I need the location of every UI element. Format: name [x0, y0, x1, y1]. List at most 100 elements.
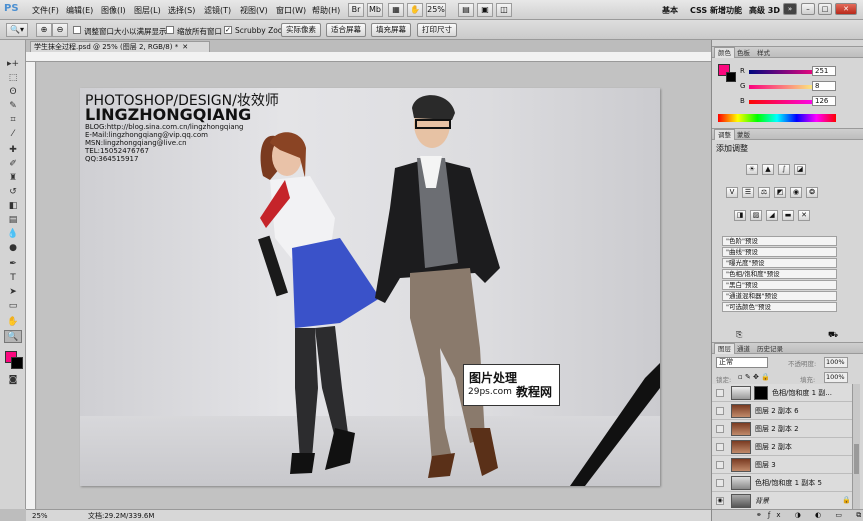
preset-curves[interactable]: "曲线"预设	[722, 247, 837, 257]
vertical-ruler[interactable]	[26, 62, 36, 509]
preset-channel-mixer[interactable]: "通道混和器"预设	[722, 291, 837, 301]
grid-icon[interactable]: ▦	[388, 3, 404, 17]
hue-sat-icon[interactable]: ☰	[742, 187, 754, 198]
fit-window-checkbox[interactable]	[73, 26, 81, 34]
menu-layer[interactable]: 图层(L)	[134, 5, 161, 16]
workspace-more-button[interactable]: »	[783, 3, 797, 15]
preset-hue-sat[interactable]: "色相/饱和度"预设	[722, 269, 837, 279]
tab-masks[interactable]: 蒙版	[734, 130, 753, 140]
b-slider[interactable]	[749, 100, 819, 104]
document-tab[interactable]: 学生抹全过程.psd @ 25% (图层 2, RGB/8) * ✕	[30, 41, 210, 52]
move-tool-icon[interactable]: ▸+	[4, 58, 22, 71]
status-zoom[interactable]: 25%	[32, 511, 48, 521]
menu-select[interactable]: 选择(S)	[168, 5, 195, 16]
tab-styles[interactable]: 样式	[754, 48, 773, 58]
eyedropper-icon[interactable]: ⁄	[4, 128, 22, 141]
visibility-icon[interactable]	[716, 425, 724, 433]
visibility-icon[interactable]	[716, 407, 724, 415]
layers-scrollbar[interactable]	[852, 384, 860, 510]
fill-input[interactable]: 100%	[824, 372, 848, 383]
b-value[interactable]: 126	[812, 96, 836, 106]
selective-color-icon[interactable]: ✕	[798, 210, 810, 221]
menu-file[interactable]: 文件(F)	[32, 5, 59, 16]
menu-view[interactable]: 视图(V)	[240, 5, 268, 16]
horizontal-ruler[interactable]	[26, 52, 711, 62]
scrubby-zoom-checkbox[interactable]: ✓	[224, 26, 232, 34]
fill-screen-button[interactable]: 填充屏幕	[371, 23, 411, 37]
layer-row[interactable]: 色相/饱和度 1 副本 5	[712, 474, 852, 492]
zoom-all-checkbox[interactable]	[166, 26, 174, 34]
path-select-icon[interactable]: ➤	[4, 286, 22, 299]
zoom-tool-active-icon[interactable]: 🔍	[4, 330, 22, 343]
channel-mixer-icon[interactable]: ❂	[806, 187, 818, 198]
menu-edit[interactable]: 编辑(E)	[66, 5, 93, 16]
zoom-level-select[interactable]: 25%	[426, 3, 446, 17]
close-button[interactable]: ✕	[835, 3, 857, 15]
menu-filter[interactable]: 滤镜(T)	[204, 5, 231, 16]
zoom-in-icon[interactable]: ⊕	[36, 23, 52, 37]
color-balance-icon[interactable]: ⚖	[758, 187, 770, 198]
gradient-icon[interactable]: ▤	[4, 214, 22, 227]
menu-window[interactable]: 窗口(W)	[276, 5, 306, 16]
layer-row[interactable]: 图层 2 副本 6	[712, 402, 852, 420]
quick-select-icon[interactable]: ✎	[4, 100, 22, 113]
preset-bw[interactable]: "黑白"预设	[722, 280, 837, 290]
layers-footer-icons[interactable]: ⚭ƒx ◑ ◐ ▭ ⧉ 🗑	[712, 509, 863, 521]
fit-screen-button[interactable]: 适合屏幕	[326, 23, 366, 37]
zoom-tool-icon[interactable]: 🔍▾	[6, 23, 28, 37]
photo-filter-icon[interactable]: ◉	[790, 187, 802, 198]
layer-row[interactable]: 图层 2 副本	[712, 438, 852, 456]
tab-layers[interactable]: 图层	[714, 343, 735, 354]
type-tool-icon[interactable]: T	[4, 272, 22, 285]
background-color-swatch[interactable]	[11, 357, 23, 369]
document-photo[interactable]: PHOTOSHOP/DESIGN/妆效师 LINGZHONGQIANG BLOG…	[80, 88, 660, 486]
layer-row[interactable]: 色相/饱和度 1 副...	[712, 384, 852, 402]
preset-levels[interactable]: "色阶"预设	[722, 236, 837, 246]
g-value[interactable]: 8	[812, 81, 836, 91]
r-value[interactable]: 251	[812, 66, 836, 76]
history-brush-icon[interactable]: ↺	[4, 186, 22, 199]
quick-mask-icon[interactable]: ◙	[4, 374, 22, 387]
screen-mode-icon[interactable]: ▣	[477, 3, 493, 17]
actual-pixels-button[interactable]: 实际像素	[281, 23, 321, 37]
crop-tool-icon[interactable]: ⌗	[4, 114, 22, 127]
hand-icon[interactable]: ✋	[407, 3, 423, 17]
preset-selective-color[interactable]: "可选颜色"预设	[722, 302, 837, 312]
layers-scroll-thumb[interactable]	[854, 444, 859, 474]
workspace-basic[interactable]: 基本	[662, 5, 678, 16]
layer-row[interactable]: 图层 2 副本 2	[712, 420, 852, 438]
invert-icon[interactable]: ◨	[734, 210, 746, 221]
maximize-button[interactable]: □	[818, 3, 832, 15]
hand-tool-icon[interactable]: ✋	[4, 316, 22, 329]
brush-tool-icon[interactable]: ✐	[4, 158, 22, 171]
minimize-button[interactable]: –	[801, 3, 815, 15]
tab-history[interactable]: 历史记录	[754, 344, 786, 354]
preset-exposure[interactable]: "曝光度"预设	[722, 258, 837, 268]
healing-brush-icon[interactable]: ✚	[4, 144, 22, 157]
tab-adjustments[interactable]: 调整	[714, 129, 735, 140]
adjust-options-icon[interactable]: ⛟	[828, 330, 838, 340]
arrange-icon[interactable]: ▤	[458, 3, 474, 17]
print-size-button[interactable]: 打印尺寸	[417, 23, 457, 37]
dodge-tool-icon[interactable]: ●	[4, 242, 22, 255]
tab-color[interactable]: 颜色	[714, 47, 735, 58]
layer-row[interactable]: 图层 3	[712, 456, 852, 474]
visibility-icon[interactable]	[716, 443, 724, 451]
levels-icon[interactable]: ▲	[762, 164, 774, 175]
gradient-map-icon[interactable]: ▬	[782, 210, 794, 221]
status-doc-size[interactable]: 文档:29.2M/339.6M	[88, 511, 154, 521]
g-slider[interactable]	[749, 85, 819, 89]
clone-stamp-icon[interactable]: ♜	[4, 172, 22, 185]
bridge-icon[interactable]: Br	[348, 3, 364, 17]
exposure-icon[interactable]: ◪	[794, 164, 806, 175]
visibility-icon[interactable]	[716, 461, 724, 469]
opacity-input[interactable]: 100%	[824, 357, 848, 368]
minibridge-icon[interactable]: Mb	[367, 3, 383, 17]
threshold-icon[interactable]: ◢	[766, 210, 778, 221]
color-bg-swatch[interactable]	[726, 72, 736, 82]
pen-tool-icon[interactable]: ✒	[4, 258, 22, 271]
layer-row[interactable]: ◉ 背景 🔒	[712, 492, 852, 510]
blend-mode-select[interactable]: 正常	[716, 357, 768, 368]
tab-channels[interactable]: 通道	[734, 344, 753, 354]
posterize-icon[interactable]: ▨	[750, 210, 762, 221]
